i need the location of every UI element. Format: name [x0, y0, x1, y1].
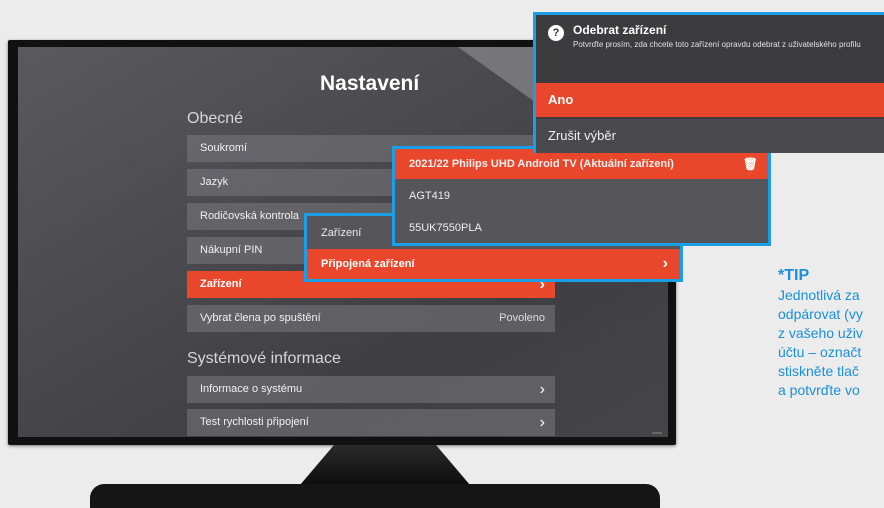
tip-line: odpárovat (vy — [778, 306, 863, 322]
menu-item-label: Vybrat člena po spuštění — [200, 312, 321, 324]
tip-line: z vašeho uživ — [778, 325, 863, 341]
menu-item-label: Informace o systému — [200, 383, 303, 395]
menu-item-label: Soukromí — [200, 142, 248, 154]
tip-line: účtu – označt — [778, 344, 862, 360]
tip-line: a potvrďte vo — [778, 382, 860, 398]
cancel-button[interactable]: Zrušit výběr — [536, 119, 884, 153]
menu-item-label: Rodičovská kontrola — [200, 210, 300, 222]
section-system-label: Systémové informace — [187, 350, 341, 367]
tip-line: Jednotlivá za — [778, 287, 860, 303]
chevron-right-icon: › — [539, 381, 545, 398]
device-list: 2021/22 Philips UHD Android TV (Aktuální… — [392, 146, 771, 246]
dialog-message: Potvrďte prosím, zda chcete toto zařízen… — [573, 40, 861, 49]
tv-stand-base — [90, 484, 660, 508]
menu-item-speed-test[interactable]: Test rychlosti připojení › — [187, 409, 555, 436]
device-item[interactable]: 55UK7550PLA — [395, 213, 768, 243]
page-title: Nastavení — [320, 72, 420, 95]
menu-item-label: Nákupní PIN — [200, 244, 263, 256]
device-label: 55UK7550PLA — [409, 222, 482, 234]
tip-line: stiskněte tlač — [778, 363, 859, 379]
dialog-title: Odebrat zařízení — [573, 23, 667, 37]
tv-indicator — [652, 432, 662, 434]
device-item[interactable]: AGT419 — [395, 181, 768, 211]
menu-item-label: Jazyk — [200, 176, 229, 188]
question-icon: ? — [548, 25, 564, 41]
connected-devices-label: Připojená zařízení — [321, 258, 415, 270]
menu-item-select-member[interactable]: Vybrat člena po spuštění Povoleno — [187, 305, 555, 332]
menu-item-label: Zařízení — [200, 278, 242, 290]
trash-icon[interactable]: 🗑 — [743, 149, 758, 179]
tv-stand — [300, 445, 470, 485]
connected-devices-item[interactable]: Připojená zařízení › — [307, 249, 680, 279]
menu-item-label: Test rychlosti připojení — [200, 416, 309, 428]
tip-title: *TIP — [778, 267, 810, 284]
menu-item-value: Povoleno — [499, 312, 545, 324]
confirm-button[interactable]: Ano — [536, 83, 884, 117]
chevron-right-icon: › — [662, 255, 668, 272]
chevron-right-icon: › — [539, 414, 545, 431]
menu-item-system-info[interactable]: Informace o systému › — [187, 376, 555, 403]
section-general-label: Obecné — [187, 110, 244, 127]
remove-device-dialog: ? Odebrat zařízení Potvrďte prosím, zda … — [533, 12, 884, 153]
device-label: AGT419 — [409, 190, 450, 202]
device-item[interactable]: 2021/22 Philips UHD Android TV (Aktuální… — [395, 149, 768, 179]
device-label: 2021/22 Philips UHD Android TV (Aktuální… — [409, 158, 674, 170]
